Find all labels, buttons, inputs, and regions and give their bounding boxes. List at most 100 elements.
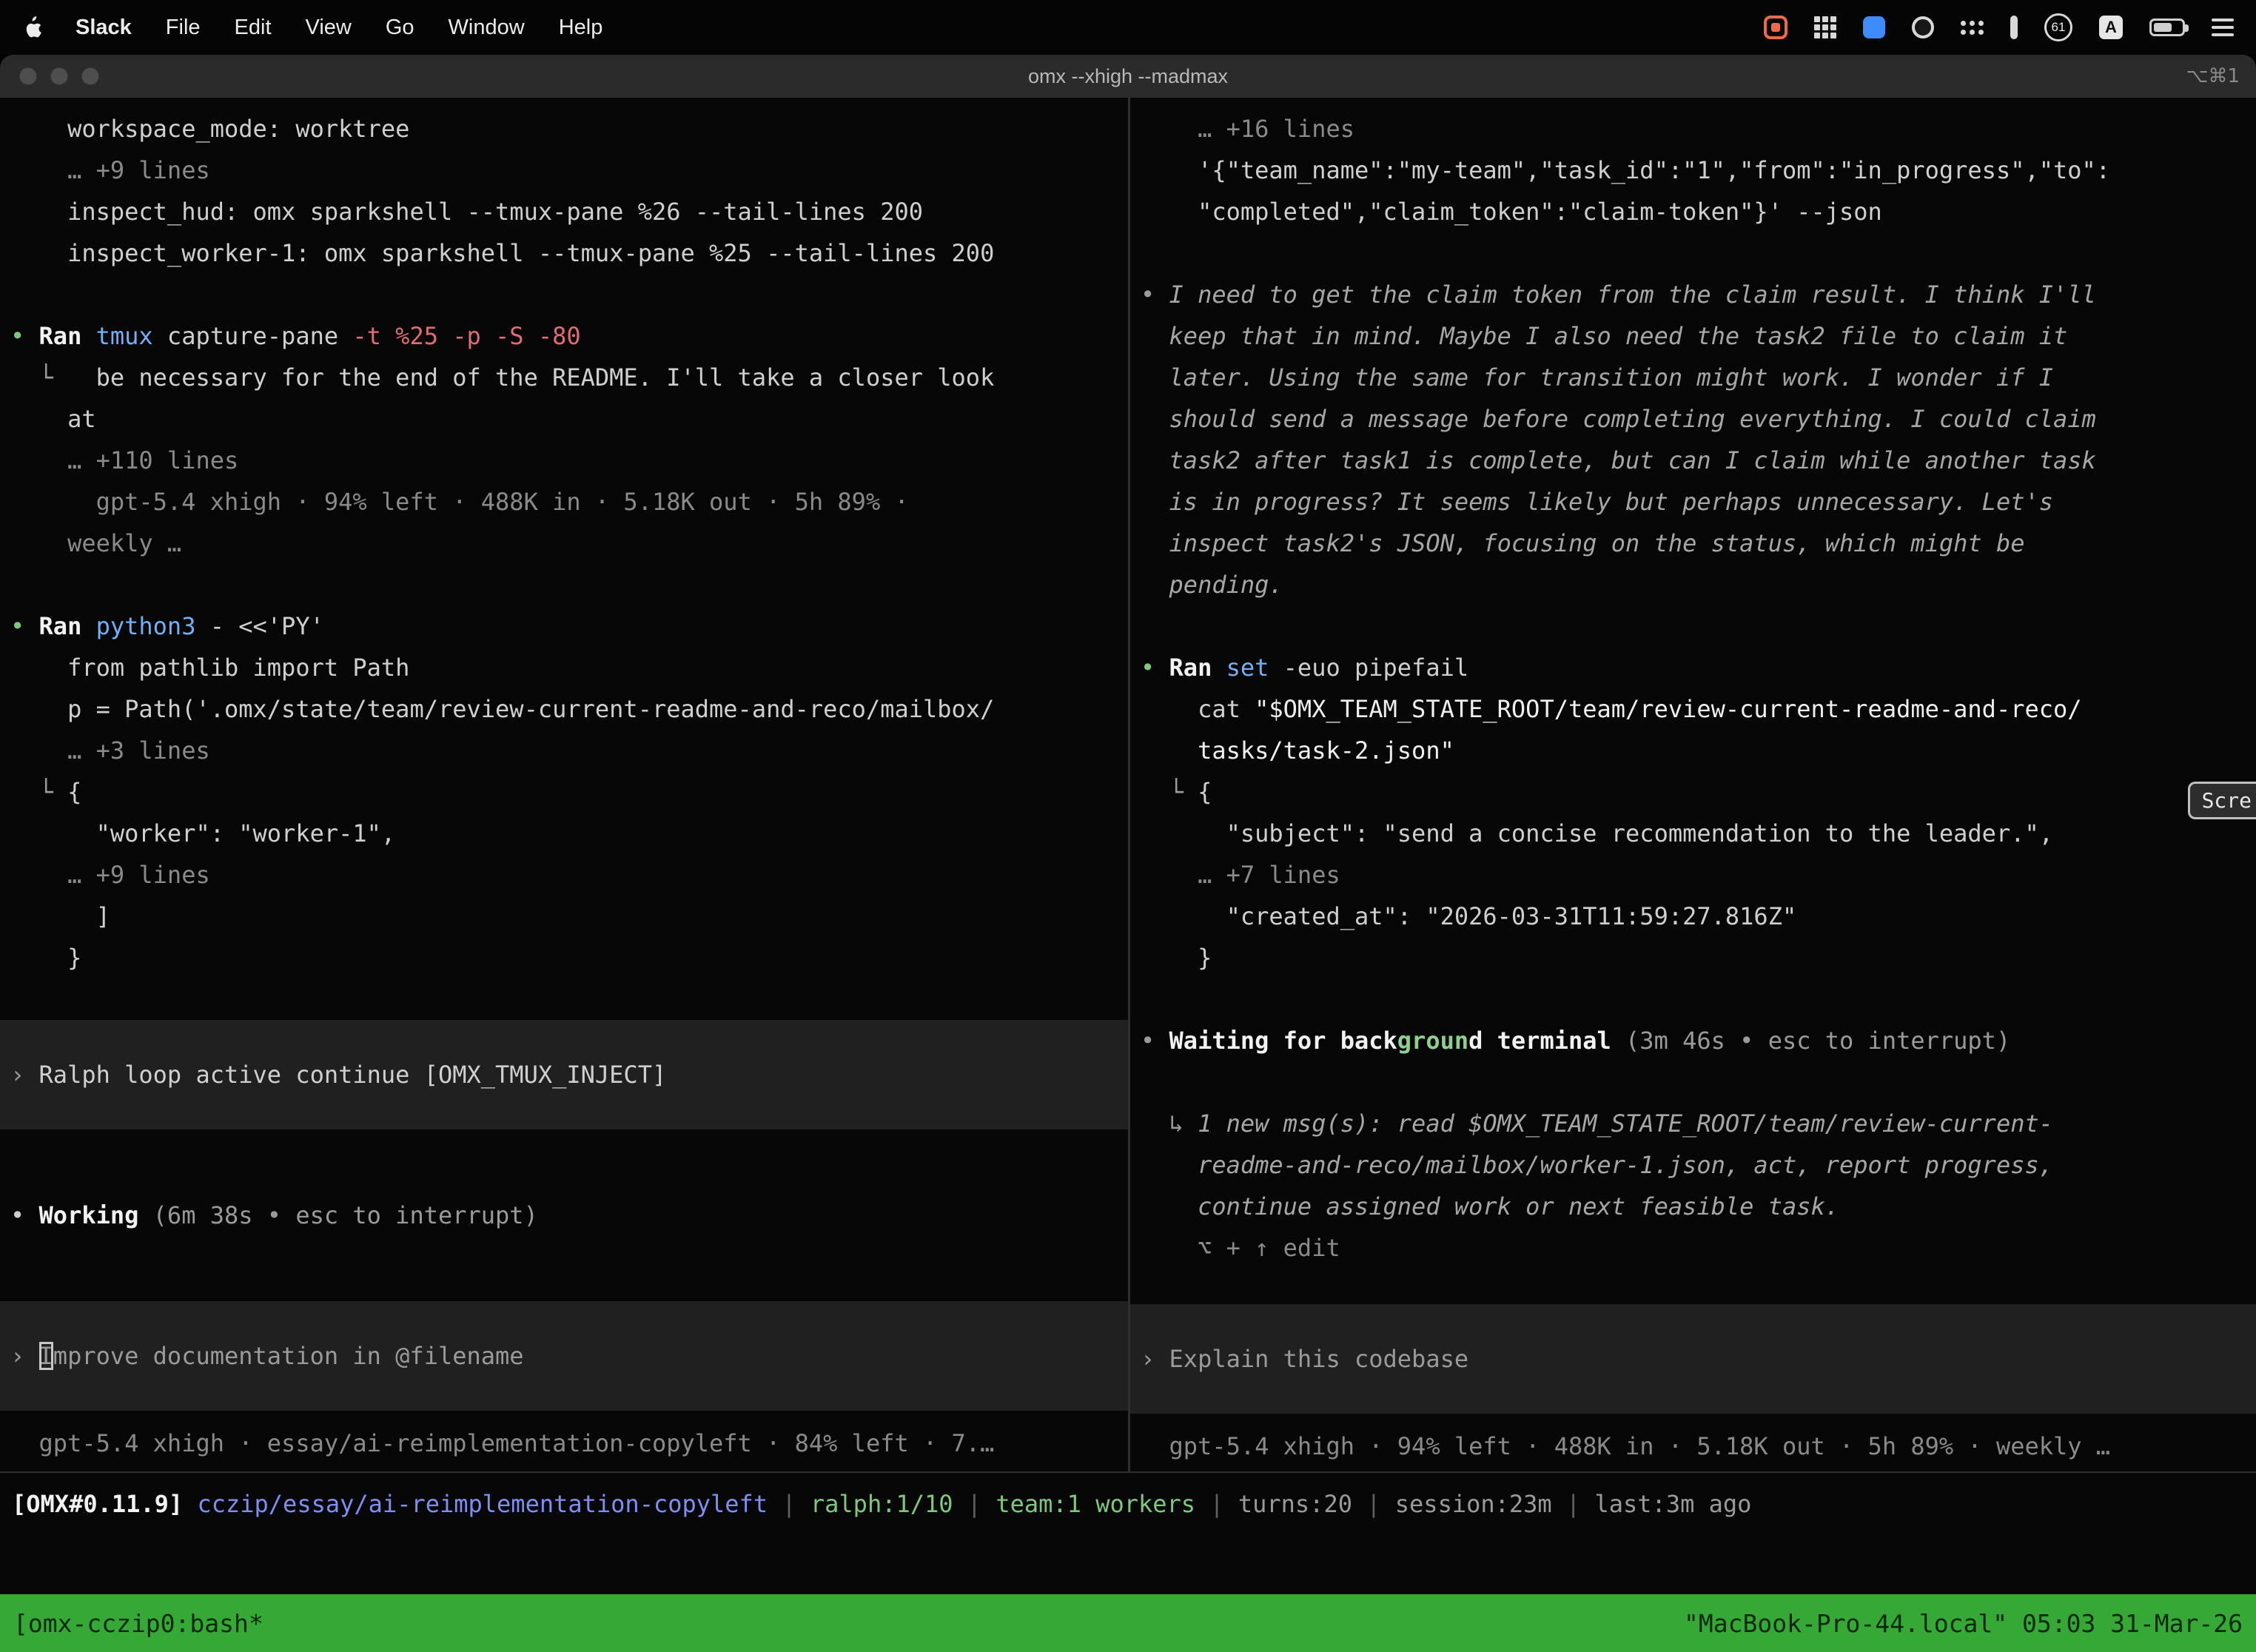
terminal-line: … +110 lines <box>10 440 1118 481</box>
battery-percent-label: 61 <box>2052 20 2066 35</box>
terminal-line: } <box>10 937 1118 978</box>
terminal-line: workspace_mode: worktree <box>10 108 1118 150</box>
tmux-host-clock: "MacBook-Pro-44.local" 05:03 31-Mar-26 <box>1684 1609 2243 1638</box>
desktop: Slack File Edit View Go Window Help 61 A omx … <box>0 0 2256 1652</box>
terminal-line: └ { <box>1141 771 2246 813</box>
menu-item-edit[interactable]: Edit <box>235 16 272 40</box>
apple-logo-icon <box>22 16 41 38</box>
terminal-line: … +9 lines <box>10 854 1118 896</box>
spacer <box>10 564 1118 605</box>
menu-bar: Slack File Edit View Go Window Help 61 A <box>0 0 2256 55</box>
terminal-line: [OMX#0.11.9] cczip/essay/ai-reimplementa… <box>12 1483 1751 1525</box>
spacer <box>10 1236 1118 1301</box>
terminal-line: ⌥ + ↑ edit <box>1141 1227 2246 1269</box>
menu-bar-status-icons: 61 A <box>1764 13 2234 41</box>
terminal-line: • Ran set -euo pipefail <box>1141 647 2246 688</box>
terminal-line: "worker": "worker-1", <box>10 813 1118 854</box>
terminal-line: pending. <box>1141 564 2246 605</box>
tmux-pane-right[interactable]: … +16 lines '{"team_name":"my-team","tas… <box>1130 98 2256 1471</box>
spacer <box>10 274 1118 315</box>
text-cursor: I <box>39 1342 53 1370</box>
terminal-line: readme-and-reco/mailbox/worker-1.json, a… <box>1141 1144 2246 1186</box>
battery-icon[interactable] <box>2149 19 2185 36</box>
spacer <box>1141 1061 2246 1103</box>
tmux-session-label: [omx-cczip0:bash* <box>13 1609 263 1638</box>
dots-grid-icon[interactable] <box>1961 21 1984 35</box>
prompt-suggestion[interactable]: › Improve documentation in @filename <box>0 1301 1128 1411</box>
grid-icon[interactable] <box>1814 16 1836 38</box>
terminal-line: inspect task2's JSON, focusing on the st… <box>1141 523 2246 564</box>
terminal-line: } <box>1141 937 2246 978</box>
blue-app-icon[interactable] <box>1863 16 1885 38</box>
spacer <box>10 1129 1118 1195</box>
terminal-line: gpt-5.4 xhigh · essay/ai-reimplementatio… <box>10 1423 1118 1464</box>
spacer <box>10 1411 1118 1423</box>
spacer <box>10 978 1118 1020</box>
terminal-line: p = Path('.omx/state/team/review-current… <box>10 688 1118 730</box>
camera-shutter-icon[interactable] <box>1912 16 1934 38</box>
terminal-line: … +16 lines <box>1141 108 2246 150</box>
terminal-line: weekly … <box>10 523 1118 564</box>
terminal-window: omx --xhigh --madmax ⌥⌘1 workspace_mode:… <box>0 55 2256 1652</box>
terminal-line: • Waiting for background terminal (3m 46… <box>1141 1020 2246 1061</box>
terminal-content: workspace_mode: worktree … +9 lines insp… <box>0 98 2256 1652</box>
terminal-line: tasks/task-2.json" <box>1141 730 2246 771</box>
terminal-line: • Ran tmux capture-pane -t %25 -p -S -80 <box>10 315 1118 357</box>
prompt-suggestion[interactable]: › Explain this codebase <box>1130 1304 2256 1414</box>
terminal-line: gpt-5.4 xhigh · 94% left · 488K in · 5.1… <box>10 481 1118 523</box>
active-app-name[interactable]: Slack <box>75 16 132 40</box>
terminal-line: is in progress? It seems likely but perh… <box>1141 481 2246 523</box>
terminal-line: "subject": "send a concise recommendatio… <box>1141 813 2246 854</box>
terminal-line: '{"team_name":"my-team","task_id":"1","f… <box>1141 150 2246 191</box>
spacer <box>0 1535 2256 1594</box>
terminal-line: cat "$OMX_TEAM_STATE_ROOT/team/review-cu… <box>1141 688 2246 730</box>
menu-item-file[interactable]: File <box>166 16 201 40</box>
apple-menu[interactable] <box>22 16 41 38</box>
terminal-line: gpt-5.4 xhigh · 94% left · 488K in · 5.1… <box>1141 1426 2246 1467</box>
terminal-line: • Ran python3 - <<'PY' <box>10 605 1118 647</box>
terminal-line: • Working (6m 38s • esc to interrupt) <box>10 1195 1118 1236</box>
terminal-line: └ { <box>10 771 1118 813</box>
terminal-line: … +3 lines <box>10 730 1118 771</box>
terminal-line: … +7 lines <box>1141 854 2246 896</box>
terminal-line: should send a message before completing … <box>1141 398 2246 440</box>
omx-status-line: [OMX#0.11.9] cczip/essay/ai-reimplementa… <box>0 1473 2256 1535</box>
terminal-line: • I need to get the claim token from the… <box>1141 274 2246 315</box>
terminal-line: … +9 lines <box>10 150 1118 191</box>
window-titlebar[interactable]: omx --xhigh --madmax ⌥⌘1 <box>0 55 2256 98</box>
spacer <box>1141 1414 2246 1426</box>
terminal-line: from pathlib import Path <box>10 647 1118 688</box>
terminal-line: "created_at": "2026-03-31T11:59:27.816Z" <box>1141 896 2246 937</box>
menu-lines-icon[interactable] <box>2212 19 2234 36</box>
terminal-line: continue assigned work or next feasible … <box>1141 1186 2246 1227</box>
terminal-line: "completed","claim_token":"claim-token"}… <box>1141 191 2246 232</box>
terminal-line: inspect_hud: omx sparkshell --tmux-pane … <box>10 191 1118 232</box>
tmux-status-bar: [omx-cczip0:bash* "MacBook-Pro-44.local"… <box>0 1594 2256 1652</box>
terminal-line: task2 after task1 is complete, but can I… <box>1141 440 2246 481</box>
terminal-line: ] <box>10 896 1118 937</box>
battery-percent-badge[interactable]: 61 <box>2044 13 2072 41</box>
terminal-line: ↳ 1 new msg(s): read $OMX_TEAM_STATE_ROO… <box>1141 1103 2246 1144</box>
spacer <box>1141 605 2246 647</box>
menu-item-view[interactable]: View <box>306 16 352 40</box>
input-source-icon[interactable]: A <box>2099 16 2123 39</box>
terminal-line: inspect_worker-1: omx sparkshell --tmux-… <box>10 232 1118 274</box>
terminal-line: later. Using the same for transition mig… <box>1141 357 2246 398</box>
input-source-label: A <box>2105 18 2117 37</box>
prompt-suggestion[interactable]: › Ralph loop active continue [OMX_TMUX_I… <box>0 1020 1128 1129</box>
menu-item-window[interactable]: Window <box>449 16 525 40</box>
menu-item-go[interactable]: Go <box>386 16 414 40</box>
tmux-pane-left[interactable]: workspace_mode: worktree … +9 lines insp… <box>0 98 1128 1471</box>
window-title: omx --xhigh --madmax <box>0 55 2256 98</box>
spacer <box>1141 232 2246 274</box>
screen-recording-stop-icon[interactable] <box>1764 16 1787 39</box>
spacer <box>1141 978 2246 1020</box>
terminal-line: └ be necessary for the end of the README… <box>10 357 1118 398</box>
key-icon[interactable] <box>2010 16 2018 39</box>
screen-tooltip: Scre <box>2188 782 2256 819</box>
app-menus: File Edit View Go Window Help <box>166 16 603 40</box>
menu-item-help[interactable]: Help <box>559 16 603 40</box>
terminal-line: keep that in mind. Maybe I also need the… <box>1141 315 2246 357</box>
window-shortcut: ⌥⌘1 <box>2186 55 2240 98</box>
terminal-line: at <box>10 398 1118 440</box>
